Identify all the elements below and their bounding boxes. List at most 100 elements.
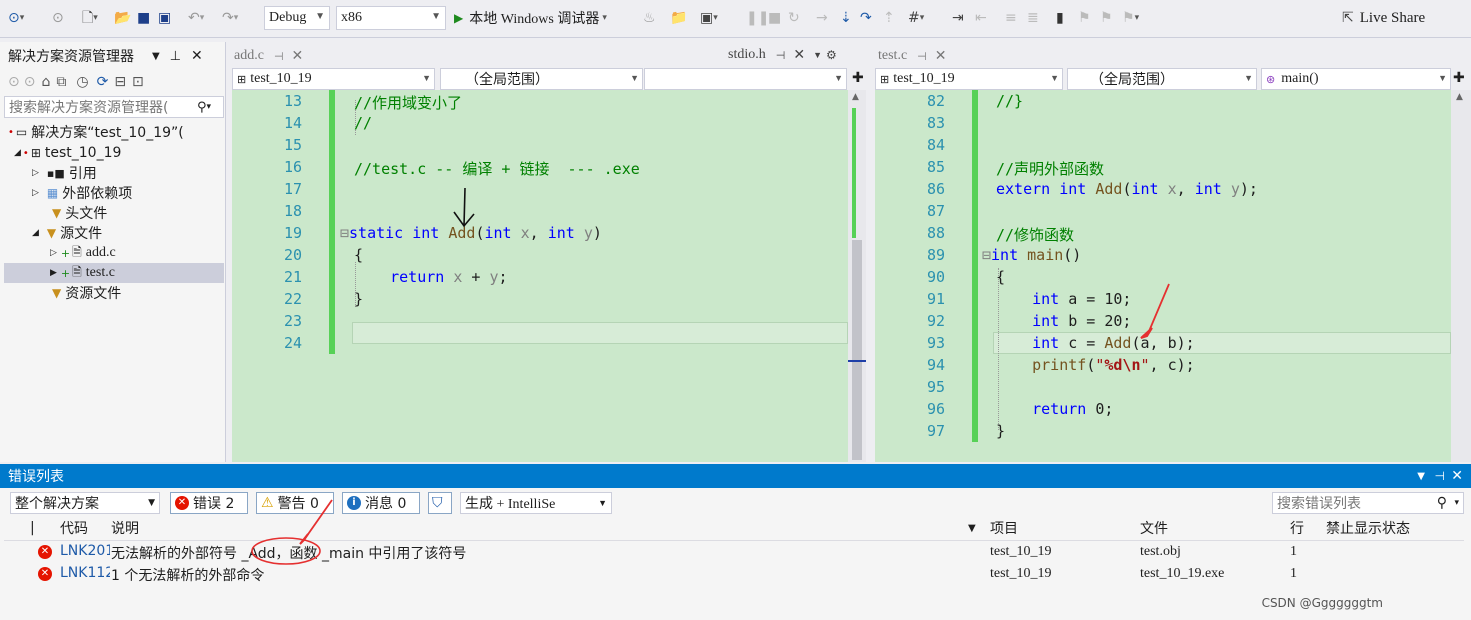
indent-button[interactable]: ⇥ [952,0,964,36]
error-code-link[interactable]: LNK1120 [60,565,110,581]
browse-button[interactable]: 📁 [670,0,687,36]
comment-button[interactable]: ≡ [1005,0,1017,36]
tree-file-add-c[interactable]: ▷ + 🗎 add.c [50,243,116,263]
member-nav-dropdown[interactable]: ▼ [644,68,847,90]
restart-button[interactable]: ↻ [788,0,800,36]
stop-button[interactable]: ■ [768,0,781,36]
tree-project-node[interactable]: ◢ • ⊞ test_10_19 [14,143,121,163]
chevron-down-icon[interactable]: ▼ [152,51,160,62]
header-desc[interactable]: 说明 [111,516,139,540]
hot-reload-button[interactable]: ♨ [643,0,656,36]
scroll-up-icon[interactable]: ▲ [852,92,859,102]
step-into-button[interactable]: ⇣ [840,0,852,36]
undo-button[interactable]: ↶ ▾ [188,0,204,36]
platform-select[interactable]: x86 ▼ [336,6,446,30]
tree-file-test-c[interactable]: ▶ + 🗎 test.c [4,263,224,283]
forward-icon[interactable]: ⊙ [24,74,36,90]
pin-icon[interactable]: ⊣ [1435,469,1445,483]
messages-filter-toggle[interactable]: i 消息 0 [342,492,420,514]
scroll-thumb[interactable] [852,240,862,460]
split-editor-icon[interactable]: ✚ [852,70,864,86]
save-all-button[interactable]: ▣ [158,0,171,36]
header-code[interactable]: 代码 [60,516,88,540]
split-editor-icon[interactable]: ✚ [1453,70,1465,86]
scope-nav-dropdown[interactable]: （全局范围） ▼ [1067,68,1257,90]
close-icon[interactable]: ✕ [793,47,805,64]
next-bookmark-button[interactable]: ⚑ [1100,0,1113,36]
save-button[interactable]: ■ [137,0,150,36]
scroll-up-icon[interactable]: ▲ [1456,92,1463,102]
step-over-button[interactable]: ↷ [860,0,872,36]
tree-references-node[interactable]: ▷ ▪■ 引用 [32,163,97,183]
close-icon[interactable]: ✕ [191,48,203,64]
tree-resource-files-node[interactable]: ▼ 资源文件 [52,283,121,303]
switch-views-icon[interactable]: ⧉ [56,74,66,90]
project-nav-dropdown[interactable]: ⊞ test_10_19 ▼ [875,68,1063,90]
step-out-button[interactable]: ⇡ [883,0,895,36]
tab-stdio-h[interactable]: stdio.h ⊣ ✕ ▼ ⚙ [728,43,837,67]
errors-filter-toggle[interactable]: ✕ 错误 2 [170,492,248,514]
collapse-icon[interactable]: ⊟ [340,224,349,242]
code-editor-add-c[interactable]: 13 14 15 16 17 18 19 20 21 22 23 24 //作用域变小了 // //t… [232,90,848,462]
code-editor-test-c[interactable]: 82 83 84 85 86 87 88 89 90 91 92 93 94 95 96 97 //} //声… [875,90,1451,462]
tree-header-files-node[interactable]: ▼ 头文件 [52,203,107,223]
scope-nav-dropdown[interactable]: （全局范围） ▼ [440,68,643,90]
show-next-statement-button[interactable]: → [816,0,828,36]
close-icon[interactable]: ✕ [292,48,304,65]
live-share-button[interactable]: ⇱ Live Share [1342,0,1425,36]
screen-button[interactable]: ▣ ▾ [700,0,718,36]
tab-test-c[interactable]: test.c ⊣ ✕ [878,44,946,68]
home-icon[interactable]: ⌂ [41,74,50,90]
clear-bookmarks-button[interactable]: ⚑ ▾ [1122,0,1139,36]
start-debugging-button[interactable]: ▶ 本地 Windows 调试器 ▾ [454,0,607,36]
header-line[interactable]: 行 [1290,516,1304,540]
prev-bookmark-button[interactable]: ⚑ [1078,0,1091,36]
close-icon[interactable]: ✕ [935,48,947,65]
pin-icon[interactable]: ⊣ [917,50,927,63]
format-button[interactable]: # ▾ [908,0,924,36]
tree-solution-node[interactable]: • ▭ 解决方案“test_10_19”( [8,122,184,142]
sync-icon[interactable]: ⟳ [97,74,109,90]
redo-button[interactable]: ↷ ▾ [222,0,238,36]
back-icon[interactable]: ⊙ [8,74,20,90]
header-suppress[interactable]: 禁止显示状态 [1326,516,1410,540]
project-nav-dropdown[interactable]: ⊞ test_10_19 ▼ [232,68,435,90]
header-file[interactable]: 文件 [1140,516,1168,540]
tree-external-deps-node[interactable]: ▷ ▦ 外部依赖项 [32,183,132,203]
new-project-button[interactable]: 🗋 ▾ [82,0,98,36]
pause-button[interactable]: ❚❚ [746,0,769,36]
member-nav-dropdown[interactable]: ⊛ main() ▼ [1261,68,1451,90]
chevron-down-icon[interactable]: ▼ [813,50,822,60]
show-all-files-icon[interactable]: ⊡ [132,74,144,90]
solution-search-input[interactable]: 搜索解决方案资源管理器( ⚲ ▾ [4,96,224,118]
right-editor-scrollbar[interactable]: ▲ [1451,90,1471,462]
scope-select[interactable]: 整个解决方案 ▼ [10,492,160,514]
header-project[interactable]: 项目 [990,516,1018,540]
collapse-icon[interactable]: ⊟ [982,246,991,264]
collapse-all-icon[interactable]: ⊟ [114,74,126,90]
open-button[interactable]: 📂 [114,0,131,36]
filter-button[interactable]: ⛉ [428,492,452,514]
gear-icon[interactable]: ⚙ [826,48,837,63]
uncomment-button[interactable]: ≣ [1027,0,1039,36]
error-search-input[interactable]: 搜索错误列表 ⚲ ▾ [1272,492,1464,514]
build-filter-select[interactable]: 生成 + IntelliSe ▼ [460,492,612,514]
pin-icon[interactable]: ⊣ [776,49,786,62]
pin-icon[interactable]: ⊣ [274,50,284,63]
left-editor-scrollbar[interactable]: ▲ [848,90,866,462]
error-code-link[interactable]: LNK2019 [60,543,110,559]
pending-changes-icon[interactable]: ◷ [76,74,88,90]
sort-down-icon[interactable]: ▼ [968,516,976,540]
error-row[interactable]: ✕ LNK1120 1 个无法解析的外部命令 test_10_19 test_1… [4,564,1464,586]
error-row[interactable]: ✕ LNK2019 无法解析的外部符号 _Add，函数 _main 中引用了该符… [4,542,1464,564]
nav-forward-button[interactable]: ⊙ [52,0,64,36]
outdent-button[interactable]: ⇤ [975,0,987,36]
chevron-down-icon[interactable]: ▼ [1417,471,1425,482]
pin-icon[interactable]: ⊥ [170,49,181,64]
close-icon[interactable]: ✕ [1451,468,1463,484]
tree-source-files-node[interactable]: ◢ ▼ 源文件 [32,223,102,243]
tab-add-c[interactable]: add.c ⊣ ✕ [234,44,303,68]
bookmark-button[interactable]: ▮ [1056,0,1064,36]
nav-back-button[interactable]: ⊙ ▾ [8,0,24,36]
config-select[interactable]: Debug ▼ [264,6,330,30]
